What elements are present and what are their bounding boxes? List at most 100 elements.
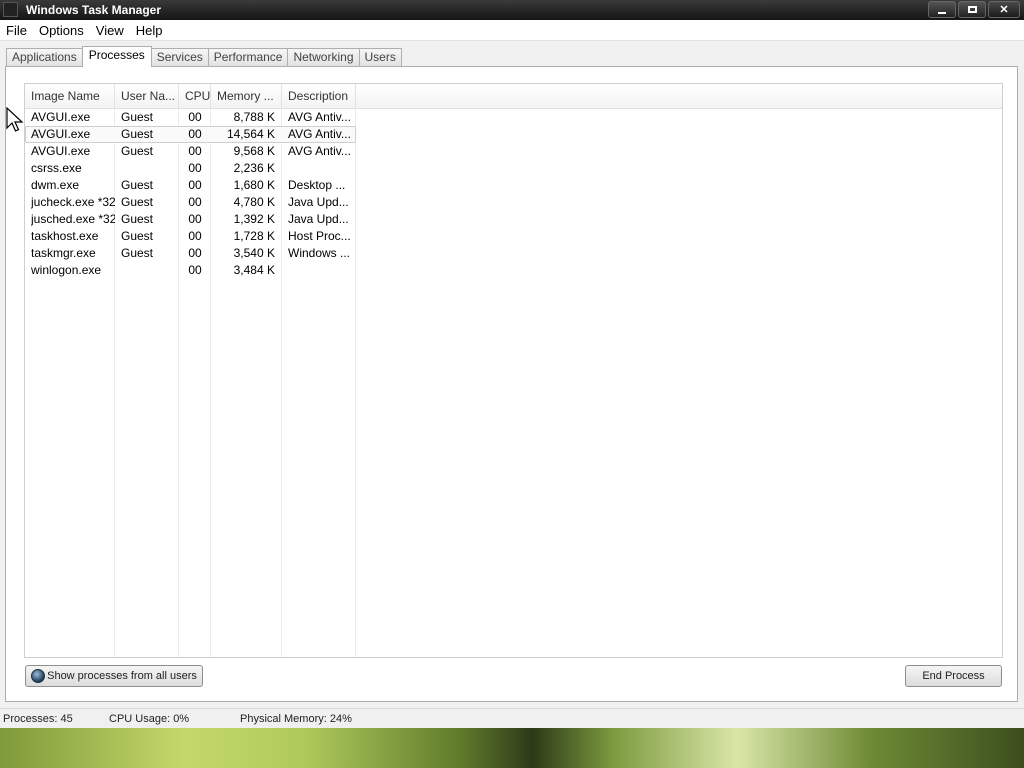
memory-value: 1,392 K [233, 212, 275, 226]
memory-value: 9,568 K [233, 144, 275, 158]
memory-value: 3,540 K [233, 246, 275, 260]
tab-services[interactable]: Services [150, 48, 209, 66]
table-row[interactable]: AVGUI.exe Guest 00 14,564 K AVG Antiv... [25, 126, 1002, 143]
menu-file[interactable]: File [0, 23, 33, 38]
user-name [121, 262, 179, 279]
description [288, 160, 352, 177]
memory-value: 14,564 K [226, 127, 275, 141]
table-row[interactable]: taskhost.exe Guest 00 1,728 K Host Proc.… [25, 228, 1002, 245]
tab-users[interactable]: Users [358, 48, 402, 66]
user-name: Guest [121, 246, 154, 260]
table-row[interactable]: AVGUI.exe Guest 00 9,568 K AVG Antiv... [25, 143, 1002, 160]
column-header-memory[interactable]: Memory ... [211, 84, 282, 108]
image-name: AVGUI.exe [31, 110, 91, 124]
user-name: Guest [121, 144, 154, 158]
memory-value: 1,680 K [233, 178, 275, 192]
memory-value: 1,728 K [233, 229, 275, 243]
menu-help[interactable]: Help [130, 23, 169, 38]
user-name [121, 160, 179, 177]
show-all-processes-label: Show processes from all users [47, 670, 197, 682]
column-headers: Image Name User Na... CPU Memory ... Des… [25, 84, 1002, 109]
description: Desktop ... [288, 178, 346, 192]
image-name: AVGUI.exe [31, 144, 91, 158]
user-name: Guest [121, 195, 154, 209]
cpu-value: 00 [188, 263, 202, 277]
cpu-value: 00 [188, 178, 202, 192]
table-row[interactable]: dwm.exe Guest 00 1,680 K Desktop ... [25, 177, 1002, 194]
desktop-wallpaper [0, 728, 1024, 768]
cpu-value: 00 [188, 110, 202, 124]
status-physical-memory: Physical Memory: 24% [240, 713, 352, 725]
processes-panel: Image Name User Na... CPU Memory ... Des… [5, 66, 1018, 702]
user-name: Guest [121, 127, 154, 141]
end-process-button[interactable]: End Process [905, 665, 1002, 687]
cpu-value: 00 [188, 127, 202, 141]
description: Host Proc... [288, 229, 351, 243]
show-all-processes-button[interactable]: Show processes from all users [25, 665, 203, 687]
cpu-value: 00 [188, 229, 202, 243]
image-name: AVGUI.exe [31, 127, 91, 141]
description: Windows ... [288, 246, 351, 260]
status-cpu-usage: CPU Usage: 0% [109, 713, 190, 725]
user-name: Guest [121, 229, 154, 243]
table-row[interactable]: jucheck.exe *32 Guest 00 4,780 K Java Up… [25, 194, 1002, 211]
image-name: dwm.exe [31, 178, 80, 192]
description: Java Upd... [288, 212, 349, 226]
table-row[interactable]: jusched.exe *32 Guest 00 1,392 K Java Up… [25, 211, 1002, 228]
column-header-image-name[interactable]: Image Name [25, 84, 115, 108]
maximize-button[interactable] [958, 1, 986, 18]
title-bar[interactable]: Windows Task Manager ✕ [0, 0, 1024, 20]
description: AVG Antiv... [288, 144, 351, 158]
menu-options[interactable]: Options [33, 23, 90, 38]
tab-performance[interactable]: Performance [207, 48, 289, 66]
description: AVG Antiv... [288, 127, 351, 141]
task-manager-icon [3, 2, 18, 17]
close-icon: ✕ [999, 4, 1009, 16]
tab-applications[interactable]: Applications [6, 48, 83, 66]
column-header-description[interactable]: Description [282, 84, 356, 108]
cpu-value: 00 [188, 212, 202, 226]
table-row[interactable]: csrss.exe 00 2,236 K [25, 160, 1002, 177]
process-rows: AVGUI.exe Guest 00 8,788 K AVG Antiv... … [25, 109, 1002, 279]
cpu-value: 00 [188, 144, 202, 158]
close-button[interactable]: ✕ [988, 1, 1020, 18]
status-processes: Processes: 45 [3, 713, 73, 725]
window-title: Windows Task Manager [26, 3, 162, 17]
tab-strip: Applications Processes Services Performa… [6, 46, 402, 67]
description [288, 262, 352, 279]
restore-icon [967, 6, 977, 13]
image-name: taskhost.exe [31, 229, 99, 243]
column-header-user-name[interactable]: User Na... [115, 84, 179, 108]
process-list[interactable]: Image Name User Na... CPU Memory ... Des… [24, 83, 1003, 658]
table-row[interactable]: AVGUI.exe Guest 00 8,788 K AVG Antiv... [25, 109, 1002, 126]
description: AVG Antiv... [288, 110, 351, 124]
image-name: jucheck.exe *32 [31, 195, 115, 209]
image-name: csrss.exe [31, 161, 82, 175]
end-process-label: End Process [922, 670, 985, 682]
table-row[interactable]: taskmgr.exe Guest 00 3,540 K Windows ... [25, 245, 1002, 262]
minimize-button[interactable] [928, 1, 956, 18]
status-bar: Processes: 45 CPU Usage: 0% Physical Mem… [0, 708, 1024, 729]
user-name: Guest [121, 110, 154, 124]
cpu-value: 00 [188, 246, 202, 260]
table-row[interactable]: winlogon.exe 00 3,484 K [25, 262, 1002, 279]
user-name: Guest [121, 212, 154, 226]
tab-networking[interactable]: Networking [287, 48, 360, 66]
image-name: taskmgr.exe [31, 246, 96, 260]
memory-value: 2,236 K [233, 161, 275, 175]
column-header-cpu[interactable]: CPU [179, 84, 211, 108]
menu-view[interactable]: View [90, 23, 130, 38]
uac-shield-icon [31, 669, 46, 683]
memory-value: 4,780 K [233, 195, 275, 209]
image-name: jusched.exe *32 [31, 212, 115, 226]
cpu-value: 00 [188, 161, 202, 175]
image-name: winlogon.exe [31, 263, 102, 277]
description: Java Upd... [288, 195, 349, 209]
tab-processes[interactable]: Processes [81, 46, 152, 67]
user-name: Guest [121, 178, 154, 192]
menu-bar: File Options View Help [0, 20, 1024, 41]
minimize-icon [938, 11, 946, 14]
mouse-cursor-icon [6, 107, 24, 132]
memory-value: 8,788 K [233, 110, 275, 124]
window-controls: ✕ [928, 1, 1020, 18]
